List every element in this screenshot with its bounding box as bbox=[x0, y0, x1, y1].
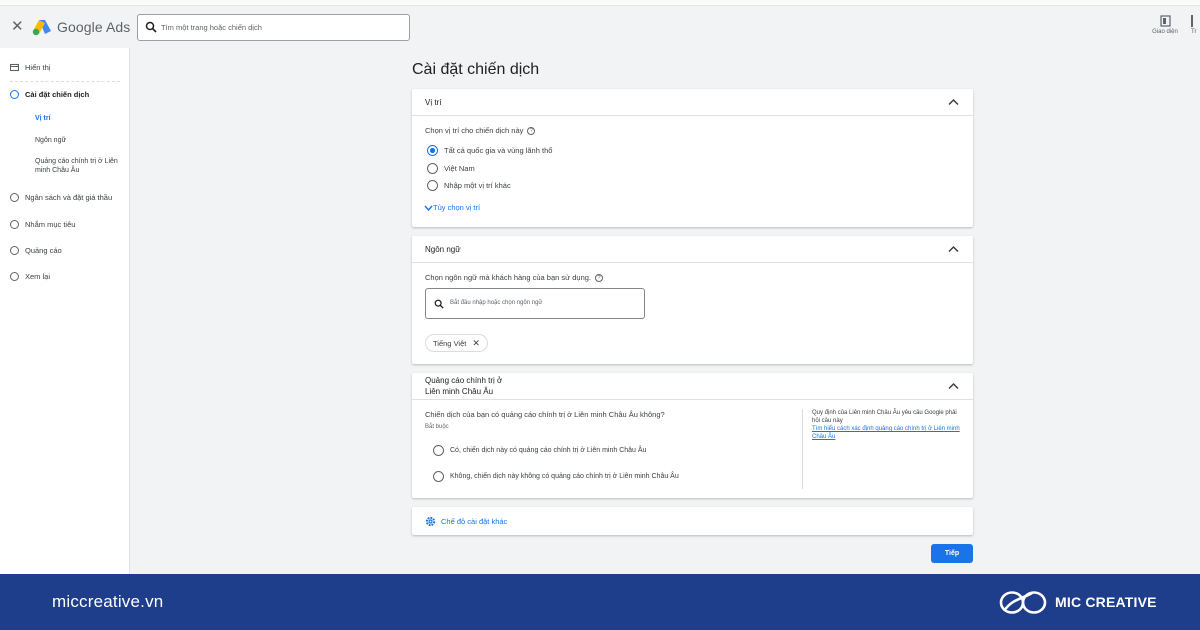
location-option-vietnam[interactable]: Việt Nam bbox=[427, 163, 475, 174]
eu-question: Chiến dịch của bạn có quảng cáo chính tr… bbox=[425, 410, 665, 419]
brand-name: Google Ads bbox=[57, 19, 131, 35]
option-label: Có, chiến dịch này có quảng cáo chính tr… bbox=[450, 447, 647, 454]
sidebar-item-label: Cài đặt chiến dịch bbox=[25, 90, 90, 99]
card-title: Quảng cáo chính trị ở Liên minh Châu Âu bbox=[425, 375, 502, 397]
location-prompt-text: Chọn vị trí cho chiến dịch này bbox=[425, 126, 524, 135]
step-status-icon bbox=[10, 272, 19, 281]
layout-button[interactable]: Giao diện bbox=[1148, 15, 1182, 35]
radio-icon bbox=[427, 163, 438, 174]
card-title-line-1: Quảng cáo chính trị ở bbox=[425, 376, 503, 385]
google-ads-logo-icon bbox=[32, 20, 51, 36]
vertical-divider bbox=[802, 409, 803, 489]
chevron-down-icon bbox=[424, 205, 433, 212]
chevron-up-icon[interactable] bbox=[948, 382, 959, 390]
footer-brand: MIC CREATIVE bbox=[1055, 594, 1157, 610]
chevron-up-icon[interactable] bbox=[948, 245, 959, 253]
sidebar-item-label: Nhắm mục tiêu bbox=[25, 220, 76, 229]
sidebar-item-label: Ngân sách và đặt giá thầu bbox=[25, 193, 113, 202]
language-search-placeholder: Bắt đầu nhập hoặc chọn ngôn ngữ bbox=[450, 300, 543, 306]
step-status-icon bbox=[10, 193, 19, 202]
sidebar: Hiển thị Cài đặt chiến dịch Vị trí Ngôn … bbox=[0, 48, 130, 574]
location-card-header[interactable]: Vị trí bbox=[412, 89, 973, 116]
location-options-link-text: Tùy chọn vị trí bbox=[433, 203, 481, 212]
next-button[interactable]: Tiếp bbox=[931, 544, 973, 563]
card-title: Ngôn ngữ bbox=[425, 245, 461, 254]
tools-label: Tr bbox=[1191, 29, 1197, 35]
gear-icon bbox=[425, 516, 436, 527]
option-label: Nhập một vị trí khác bbox=[444, 181, 511, 190]
sidebar-item-label: Hiển thị bbox=[25, 63, 51, 72]
search-icon bbox=[434, 299, 444, 309]
location-options-link[interactable]: Tùy chọn vị trí bbox=[424, 203, 480, 212]
language-search-input[interactable]: Bắt đầu nhập hoặc chọn ngôn ngữ bbox=[425, 288, 645, 319]
help-icon[interactable]: ? bbox=[595, 274, 603, 283]
language-card-header[interactable]: Ngôn ngữ bbox=[412, 236, 973, 263]
tools-icon bbox=[1191, 15, 1197, 27]
tools-button[interactable]: Tr bbox=[1191, 15, 1200, 35]
step-status-icon bbox=[10, 90, 19, 99]
language-card: Ngôn ngữ Chọn ngôn ngữ mà khách hàng của… bbox=[412, 236, 973, 364]
radio-icon bbox=[433, 445, 444, 456]
layout-icon bbox=[1159, 15, 1171, 27]
card-title-line-2: Liên minh Châu Âu bbox=[425, 387, 494, 396]
footer-site: miccreative.vn bbox=[52, 592, 164, 611]
sidebar-subitem-eu-political[interactable]: Quảng cáo chính trị ở Liên minh Châu Âu bbox=[35, 157, 125, 175]
close-icon[interactable]: ✕ bbox=[11, 17, 24, 35]
required-label: Bắt buộc bbox=[425, 424, 449, 430]
top-bar: ✕ Google Ads Tìm một trang hoặc chiến dị… bbox=[0, 6, 1200, 48]
radio-checked-icon bbox=[427, 145, 438, 156]
location-card: Vị trí Chọn vị trí cho chiến dịch này? T… bbox=[412, 89, 973, 227]
sidebar-subitem-language[interactable]: Ngôn ngữ bbox=[35, 136, 125, 145]
option-label: Không, chiến dịch này không có quảng cáo… bbox=[450, 473, 679, 480]
card-title: Vị trí bbox=[425, 98, 442, 107]
layout-label: Giao diện bbox=[1152, 29, 1178, 35]
eu-learn-more-link[interactable]: Tìm hiểu cách xác định quảng cáo chính t… bbox=[812, 426, 960, 440]
eu-political-card: Quảng cáo chính trị ở Liên minh Châu Âu … bbox=[412, 373, 973, 498]
page-title: Cài đặt chiến dịch bbox=[412, 61, 540, 78]
mic-creative-logo-icon bbox=[999, 591, 1047, 614]
other-settings-card[interactable]: Chế độ cài đặt khác bbox=[412, 507, 973, 535]
sidebar-item-budget-bidding[interactable]: Ngân sách và đặt giá thầu bbox=[10, 193, 112, 202]
sidebar-item-campaign-settings[interactable]: Cài đặt chiến dịch bbox=[10, 90, 89, 99]
other-settings-label: Chế độ cài đặt khác bbox=[441, 517, 508, 526]
step-status-icon bbox=[10, 246, 19, 255]
option-label: Tất cả quốc gia và vùng lãnh thổ bbox=[444, 146, 553, 155]
radio-icon bbox=[433, 471, 444, 482]
language-prompt-text: Chọn ngôn ngữ mà khách hàng của bạn sử d… bbox=[425, 273, 591, 282]
display-icon bbox=[10, 63, 19, 72]
sidebar-item-label: Xem lại bbox=[25, 272, 51, 281]
search-placeholder: Tìm một trang hoặc chiến dịch bbox=[161, 23, 262, 32]
sidebar-divider bbox=[10, 81, 120, 82]
step-status-icon bbox=[10, 220, 19, 229]
chevron-up-icon[interactable] bbox=[948, 98, 959, 106]
chip-label: Tiếng Việt bbox=[433, 338, 467, 348]
search-input[interactable]: Tìm một trang hoặc chiến dịch bbox=[137, 14, 410, 41]
radio-icon bbox=[427, 180, 438, 191]
sidebar-item-display[interactable]: Hiển thị bbox=[10, 63, 50, 72]
option-label: Việt Nam bbox=[444, 164, 475, 173]
language-chip[interactable]: Tiếng Việt ✕ bbox=[425, 334, 488, 352]
footer-banner: miccreative.vn MIC CREATIVE bbox=[0, 574, 1200, 630]
search-icon bbox=[145, 21, 157, 33]
remove-chip-icon[interactable]: ✕ bbox=[472, 338, 480, 349]
sidebar-item-targeting[interactable]: Nhắm mục tiêu bbox=[10, 220, 75, 229]
eu-option-yes[interactable]: Có, chiến dịch này có quảng cáo chính tr… bbox=[433, 445, 646, 456]
language-prompt: Chọn ngôn ngữ mà khách hàng của bạn sử d… bbox=[425, 273, 603, 283]
eu-note-text: Quy định của Liên minh Châu Âu yêu cầu G… bbox=[812, 410, 957, 424]
eu-political-card-header[interactable]: Quảng cáo chính trị ở Liên minh Châu Âu bbox=[412, 373, 973, 400]
help-icon[interactable]: ? bbox=[527, 127, 536, 136]
eu-side-note: Quy định của Liên minh Châu Âu yêu cầu G… bbox=[812, 409, 962, 441]
location-option-all[interactable]: Tất cả quốc gia và vùng lãnh thổ bbox=[427, 145, 552, 156]
eu-option-no[interactable]: Không, chiến dịch này không có quảng cáo… bbox=[433, 471, 679, 482]
sidebar-item-ads[interactable]: Quảng cáo bbox=[10, 246, 62, 255]
sidebar-item-review[interactable]: Xem lại bbox=[10, 272, 50, 281]
sidebar-subitem-location[interactable]: Vị trí bbox=[35, 114, 125, 123]
location-option-other[interactable]: Nhập một vị trí khác bbox=[427, 180, 511, 191]
location-prompt: Chọn vị trí cho chiến dịch này? bbox=[425, 126, 536, 136]
sidebar-item-label: Quảng cáo bbox=[25, 246, 62, 255]
